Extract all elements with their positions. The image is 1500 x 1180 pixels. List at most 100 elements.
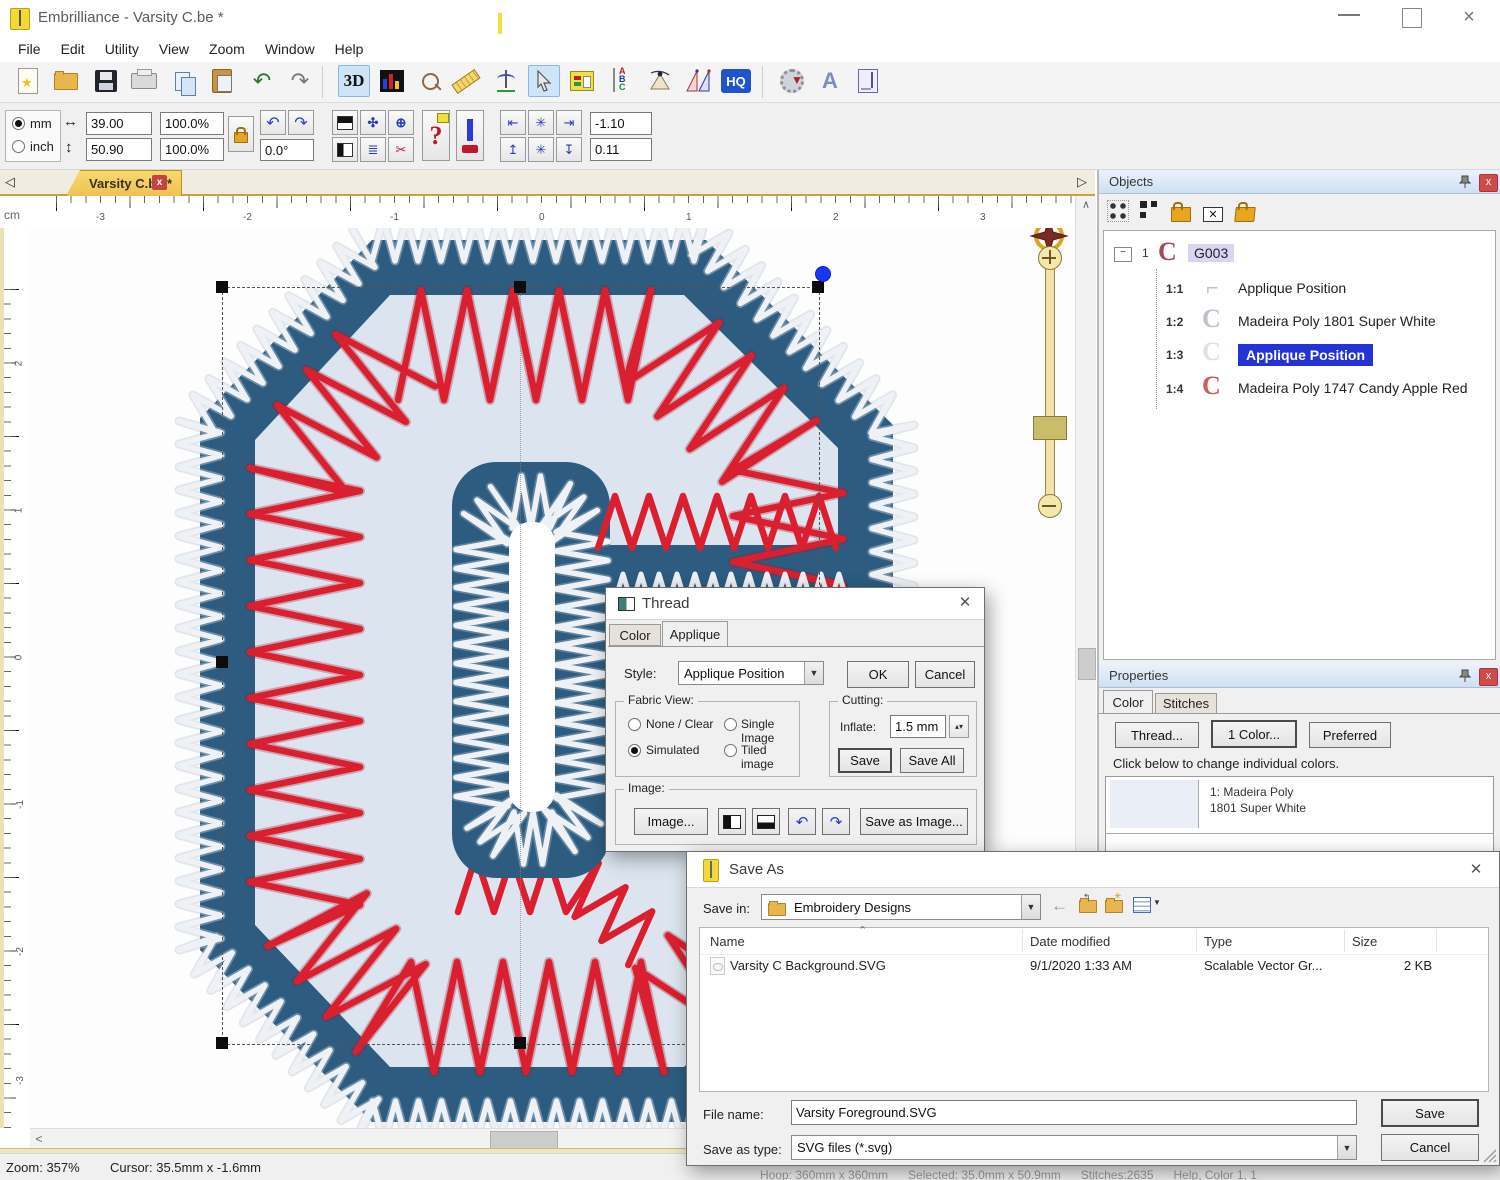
- selection-handle-w[interactable]: [216, 656, 228, 668]
- align-top-button[interactable]: ↥: [500, 137, 526, 162]
- thread-dialog-titlebar[interactable]: Thread ✕: [606, 588, 984, 620]
- cutting-save-button[interactable]: Save: [838, 748, 892, 773]
- selection-handle-s[interactable]: [514, 1037, 526, 1049]
- hscroll-thumb[interactable]: [490, 1131, 558, 1149]
- stitchout-button[interactable]: [456, 110, 484, 161]
- hq-button[interactable]: HQ: [720, 65, 752, 97]
- resize-grip[interactable]: [1483, 1149, 1497, 1163]
- column-name[interactable]: Name: [710, 934, 745, 949]
- save-as-close[interactable]: ✕: [1465, 860, 1487, 880]
- thread-cancel-button[interactable]: Cancel: [915, 661, 975, 688]
- save-button[interactable]: [90, 65, 122, 97]
- half-view-button[interactable]: [332, 137, 358, 162]
- properties-tab-stitches[interactable]: Stitches: [1155, 693, 1217, 714]
- tree-row[interactable]: 1:2 C Madeira Poly 1801 Super White: [1104, 306, 1494, 338]
- objects-panel-header[interactable]: Objects x: [1099, 170, 1500, 194]
- offset-x-input[interactable]: [590, 112, 652, 135]
- center-design-button[interactable]: ⊕: [388, 110, 414, 135]
- lock-button[interactable]: [1171, 198, 1197, 224]
- contrast-view-button[interactable]: [332, 110, 358, 135]
- tree-row[interactable]: 1:4 C Madeira Poly 1747 Candy Apple Red: [1104, 373, 1494, 405]
- unlock-button[interactable]: [1235, 198, 1261, 224]
- color-swatch[interactable]: [1110, 780, 1199, 828]
- align-left-button[interactable]: ⇤: [500, 110, 526, 135]
- menu-window[interactable]: Window: [255, 41, 325, 57]
- maximize-button[interactable]: [1402, 8, 1422, 28]
- redo-button[interactable]: ↷: [284, 65, 316, 97]
- rotation-handle[interactable]: [815, 266, 831, 282]
- new-folder-button[interactable]: ✳: [1105, 898, 1123, 916]
- file-name-input[interactable]: [791, 1100, 1357, 1125]
- thread-palette-button[interactable]: [566, 65, 598, 97]
- angle-input[interactable]: [260, 139, 314, 161]
- thread-tab-applique[interactable]: Applique: [662, 621, 728, 647]
- width-input[interactable]: [86, 112, 152, 135]
- save-in-select[interactable]: Embroidery Designs ▼: [761, 894, 1041, 920]
- tree-group-row[interactable]: − 1 C G003: [1104, 239, 1494, 269]
- pin-icon[interactable]: [1459, 669, 1471, 683]
- rotate-cw-button[interactable]: ↷: [288, 110, 314, 135]
- cutting-save-all-button[interactable]: Save All: [900, 748, 964, 773]
- align-right-button[interactable]: ⇥: [556, 110, 582, 135]
- menu-edit[interactable]: Edit: [51, 41, 95, 57]
- zoom-in-button[interactable]: [1038, 246, 1062, 270]
- save-as-type-select[interactable]: SVG files (*.svg) ▼: [791, 1135, 1357, 1160]
- objects-close-button[interactable]: x: [1479, 174, 1498, 192]
- zoom-tool-button[interactable]: [414, 65, 446, 97]
- properties-panel-header[interactable]: Properties x: [1099, 664, 1500, 688]
- hoop-options-button[interactable]: ≣: [360, 137, 386, 162]
- select-all-objects-button[interactable]: [1107, 200, 1131, 224]
- new-file-button[interactable]: ★: [12, 65, 44, 97]
- up-folder-button[interactable]: ↰: [1079, 898, 1097, 916]
- stitch-export-button[interactable]: ▼: [776, 65, 808, 97]
- select-tool-button[interactable]: [528, 65, 560, 97]
- column-separator[interactable]: [1022, 930, 1023, 952]
- preferred-button[interactable]: Preferred: [1309, 722, 1391, 748]
- scale-x-input[interactable]: [160, 112, 224, 135]
- menu-utility[interactable]: Utility: [95, 41, 149, 57]
- fabric-tiled-radio[interactable]: [724, 744, 737, 757]
- save-as-cancel-button[interactable]: Cancel: [1381, 1134, 1479, 1161]
- selection-handle-n[interactable]: [514, 281, 526, 293]
- tree-row selected[interactable]: 1:3 C Applique Position: [1104, 339, 1494, 371]
- save-as-type-arrow[interactable]: ▼: [1337, 1136, 1356, 1159]
- file-row[interactable]: Varsity C Background.SVG 9/1/2020 1:33 A…: [700, 954, 1488, 978]
- menu-file[interactable]: File: [8, 41, 51, 57]
- menu-help[interactable]: Help: [325, 41, 374, 57]
- tab-close-button[interactable]: x: [152, 175, 167, 190]
- mask-horizontal-button[interactable]: [752, 808, 780, 835]
- stitch-simulator-button[interactable]: [490, 65, 522, 97]
- measure-button[interactable]: [450, 65, 482, 97]
- node-edit-button[interactable]: [644, 65, 676, 97]
- menu-zoom[interactable]: Zoom: [199, 41, 255, 57]
- tab-scroll-left-icon[interactable]: ◁: [5, 174, 15, 190]
- notes-button[interactable]: [852, 65, 884, 97]
- column-date-modified[interactable]: Date modified: [1030, 934, 1110, 949]
- align-bottom-button[interactable]: ↧: [556, 137, 582, 162]
- save-as-save-button[interactable]: Save: [1381, 1099, 1479, 1127]
- proportional-lock-button[interactable]: [228, 116, 254, 152]
- mesh-transform-button[interactable]: [682, 65, 714, 97]
- thread-button[interactable]: Thread...: [1115, 722, 1199, 748]
- group-objects-button[interactable]: [1139, 200, 1163, 224]
- save-as-image-button[interactable]: Save as Image...: [860, 808, 968, 835]
- selection-handle-nw[interactable]: [216, 281, 228, 293]
- inflate-input[interactable]: 1.5 mm: [890, 715, 946, 738]
- rotate-ccw-button[interactable]: ↶: [260, 110, 286, 135]
- minimize-button[interactable]: [1338, 14, 1360, 16]
- column-separator[interactable]: [1436, 930, 1437, 952]
- view-menu-button[interactable]: ▼: [1133, 896, 1163, 914]
- style-select[interactable]: Applique Position ▼: [678, 661, 824, 685]
- view-3d-button[interactable]: 3D: [338, 65, 370, 97]
- unit-mm-radio[interactable]: [12, 117, 25, 130]
- vscroll-thumb[interactable]: [1078, 648, 1096, 680]
- zoom-slider-thumb[interactable]: [1033, 416, 1067, 440]
- align-center-v-button[interactable]: ✳: [528, 137, 554, 162]
- copy-button[interactable]: [166, 65, 198, 97]
- vscroll-up-arrow[interactable]: ∧: [1076, 196, 1096, 214]
- fabric-none-radio[interactable]: [628, 718, 641, 731]
- lettering-button[interactable]: A B C: [604, 65, 636, 97]
- color-row[interactable]: 1: Madeira Poly 1801 Super White: [1106, 777, 1493, 834]
- print-button[interactable]: [128, 65, 160, 97]
- thread-ok-button[interactable]: OK: [847, 661, 909, 688]
